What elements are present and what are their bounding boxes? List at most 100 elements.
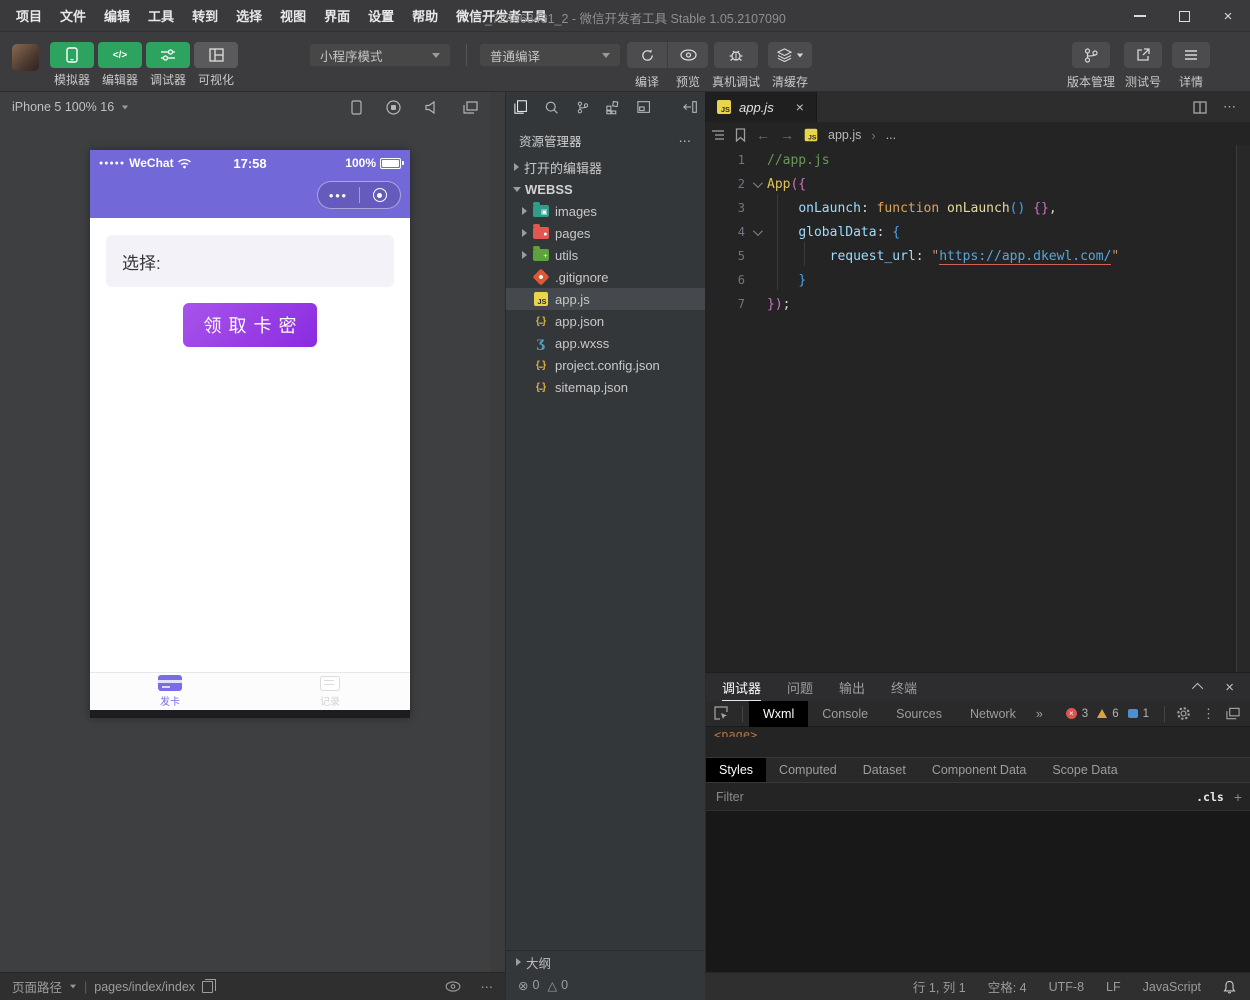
devtools-tab-network[interactable]: Network (956, 701, 1030, 727)
tab-scope-data[interactable]: Scope Data (1039, 758, 1130, 782)
menu-help[interactable]: 帮助 (404, 2, 446, 29)
code-lines[interactable]: 1//app.js2App({3 onLaunch: function onLa… (705, 148, 1236, 316)
select-picker[interactable]: 选择: (106, 235, 394, 287)
visualizer-toggle-button[interactable]: 可视化 (194, 42, 238, 88)
problems-summary[interactable]: ⊗ 0 △ 0 (506, 973, 705, 997)
debugger-toggle-button[interactable]: 调试器 (146, 42, 190, 88)
search-icon[interactable] (545, 100, 558, 115)
split-editor-icon[interactable] (1193, 101, 1207, 114)
menu-interface[interactable]: 界面 (316, 2, 358, 29)
tree-folder-images[interactable]: ▣images (506, 200, 705, 222)
simulator-toggle-button[interactable]: 模拟器 (50, 42, 94, 88)
more-dots-button[interactable]: ●●● (318, 191, 359, 200)
close-panel-icon[interactable]: × (1225, 679, 1234, 696)
collapse-panel-icon[interactable] (1192, 683, 1203, 694)
page-path-value[interactable]: pages/index/index (94, 980, 195, 994)
devtools-tab-console[interactable]: Console (808, 701, 882, 727)
tab-computed[interactable]: Computed (766, 758, 850, 782)
cls-toggle[interactable]: .cls (1196, 790, 1224, 804)
details-button[interactable] (1172, 42, 1210, 68)
bell-icon[interactable] (1223, 980, 1236, 994)
tab-records[interactable]: 记录 (250, 673, 410, 710)
sound-icon[interactable] (425, 101, 439, 114)
close-button[interactable]: × (1206, 0, 1250, 32)
message-count[interactable]: 1 (1143, 708, 1149, 720)
wxml-tree[interactable]: <page> (706, 727, 1250, 737)
more-tabs-icon[interactable]: » (1036, 707, 1043, 721)
nav-forward-icon[interactable]: → (780, 127, 794, 143)
compile-button[interactable] (627, 42, 667, 68)
nav-back-icon[interactable]: ← (756, 127, 770, 143)
tree-open-editors[interactable]: 打开的编辑器 (506, 156, 705, 178)
test-account-button[interactable] (1124, 42, 1162, 68)
menu-edit[interactable]: 编辑 (96, 2, 138, 29)
eye-icon[interactable] (445, 981, 461, 992)
path-label[interactable]: 页面路径 (12, 977, 62, 996)
clear-cache-button[interactable] (768, 42, 812, 68)
gear-icon[interactable] (1176, 706, 1191, 721)
source-control-icon[interactable] (577, 100, 589, 115)
menu-project[interactable]: 项目 (8, 2, 50, 29)
tab-problems[interactable]: 问题 (787, 678, 813, 697)
preview-button[interactable] (668, 42, 708, 68)
menu-goto[interactable]: 转到 (184, 2, 226, 29)
language-mode[interactable]: JavaScript (1143, 980, 1201, 994)
explorer-more-button[interactable]: ⋯ (679, 133, 693, 148)
tab-styles[interactable]: Styles (706, 758, 766, 782)
menu-view[interactable]: 视图 (272, 2, 314, 29)
device-icon[interactable] (351, 100, 362, 115)
maximize-button[interactable] (1162, 0, 1206, 32)
menu-select[interactable]: 选择 (228, 2, 270, 29)
tree-folder-utils[interactable]: +utils (506, 244, 705, 266)
devtools-tab-wxml[interactable]: Wxml (749, 701, 808, 727)
warning-count[interactable]: 6 (1112, 708, 1118, 720)
version-control-button[interactable] (1072, 42, 1110, 68)
cursor-position[interactable]: 行 1, 列 1 (913, 977, 966, 996)
minimize-button[interactable] (1118, 0, 1162, 32)
more-actions-icon[interactable]: ⋯ (481, 979, 494, 994)
eol-setting[interactable]: LF (1106, 980, 1121, 994)
menu-tools[interactable]: 工具 (140, 2, 182, 29)
outline-section[interactable]: 大纲 (506, 951, 705, 973)
tab-component-data[interactable]: Component Data (919, 758, 1040, 782)
tree-folder-pages[interactable]: ●pages (506, 222, 705, 244)
menu-settings[interactable]: 设置 (360, 2, 402, 29)
record-icon[interactable] (386, 100, 401, 115)
tab-terminal[interactable]: 终端 (891, 678, 917, 697)
bookmark-icon[interactable] (735, 128, 746, 142)
filter-input[interactable] (706, 784, 1196, 810)
editor-toggle-button[interactable]: </> 编辑器 (98, 42, 142, 88)
tree-file-appjs[interactable]: JSapp.js (506, 288, 705, 310)
tree-file-gitignore[interactable]: .gitignore (506, 266, 705, 288)
add-style-icon[interactable]: + (1234, 789, 1242, 805)
preview-window-icon[interactable] (637, 100, 650, 114)
tree-file-appjson[interactable]: {..}app.json (506, 310, 705, 332)
tab-output[interactable]: 输出 (839, 678, 865, 697)
tree-file-appwxss[interactable]: ʒapp.wxss (506, 332, 705, 354)
extensions-icon[interactable] (606, 100, 619, 115)
tree-file-sitemap[interactable]: {..}sitemap.json (506, 376, 705, 398)
tab-card-issue[interactable]: 发卡 (90, 673, 250, 710)
encoding[interactable]: UTF-8 (1049, 980, 1084, 994)
error-count[interactable]: 3 (1082, 708, 1088, 720)
project-mode-dropdown[interactable]: 小程序模式 (310, 44, 450, 66)
minimap[interactable] (1236, 145, 1250, 672)
windows-icon[interactable] (463, 101, 478, 114)
close-tab-icon[interactable]: × (796, 99, 804, 115)
inspect-element-icon[interactable] (706, 706, 736, 721)
devtools-tab-sources[interactable]: Sources (882, 701, 956, 727)
copy-path-icon[interactable] (202, 981, 213, 993)
files-icon[interactable] (514, 99, 527, 115)
compile-mode-dropdown[interactable]: 普通编译 (480, 44, 620, 66)
tab-debugger[interactable]: 调试器 (722, 678, 761, 701)
kebab-menu-icon[interactable]: ⋮ (1202, 706, 1215, 722)
outline-list-icon[interactable] (711, 129, 725, 141)
tree-project-root[interactable]: WEBSS (506, 178, 705, 200)
indent-setting[interactable]: 空格: 4 (988, 977, 1027, 996)
tab-appjs[interactable]: JS app.js × (705, 92, 817, 122)
tree-file-projectconfig[interactable]: {..}project.config.json (506, 354, 705, 376)
tab-dataset[interactable]: Dataset (850, 758, 919, 782)
claim-card-button[interactable]: 领取卡密 (183, 303, 317, 347)
capsule-close-button[interactable] (360, 188, 401, 202)
menu-file[interactable]: 文件 (52, 2, 94, 29)
